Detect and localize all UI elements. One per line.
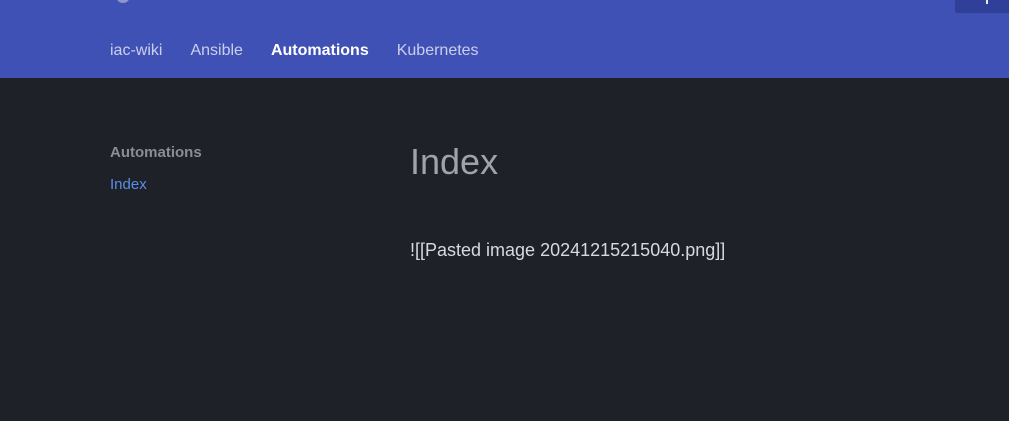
tab-automations[interactable]: Automations <box>271 41 369 61</box>
search-button[interactable] <box>955 0 1009 13</box>
page-title: Index <box>410 141 499 182</box>
top-tabs: iac-wiki Ansible Automations Kubernetes <box>110 40 479 62</box>
tab-iac-wiki[interactable]: iac-wiki <box>110 41 162 61</box>
embedded-image-placeholder: ![[Pasted image 20241215215040.png]] <box>410 240 726 260</box>
tab-ansible[interactable]: Ansible <box>190 41 242 61</box>
tab-kubernetes[interactable]: Kubernetes <box>397 41 479 61</box>
sidebar-heading: Automations <box>110 144 202 161</box>
sidebar-navigation: Automations Index <box>110 143 310 195</box>
site-header: iac-wiki Ansible Automations Kubernetes <box>0 0 1009 78</box>
sidebar-item-index[interactable]: Index <box>110 175 310 195</box>
main-content: Index ![[Pasted image 20241215215040.png… <box>410 140 930 262</box>
search-icon <box>986 0 988 4</box>
site-logo-icon[interactable] <box>116 0 130 3</box>
